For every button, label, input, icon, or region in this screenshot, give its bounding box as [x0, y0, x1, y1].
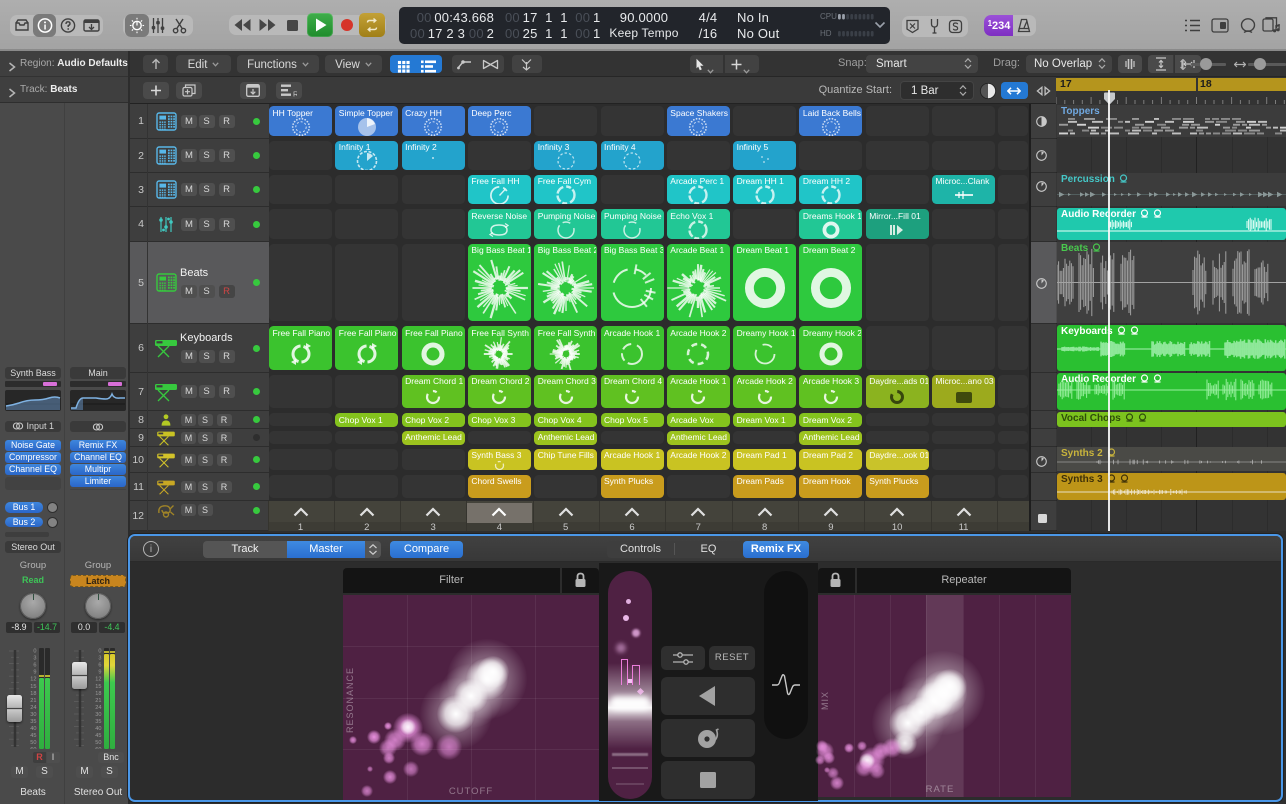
svg-text:30: 30: [95, 712, 101, 718]
svg-text:3: 3: [98, 656, 101, 662]
svg-text:9: 9: [33, 670, 36, 676]
svg-text:40: 40: [95, 726, 101, 732]
svg-text:0: 0: [98, 649, 101, 655]
svg-text:60: 60: [95, 747, 101, 749]
svg-text:24: 24: [30, 705, 36, 711]
svg-text:6: 6: [33, 663, 36, 669]
svg-text:45: 45: [95, 733, 101, 739]
svg-text:45: 45: [30, 733, 36, 739]
svg-text:21: 21: [30, 698, 36, 704]
svg-text:21: 21: [95, 698, 101, 704]
svg-text:3: 3: [33, 656, 36, 662]
svg-text:12: 12: [30, 677, 36, 683]
svg-text:24: 24: [95, 705, 101, 711]
svg-text:35: 35: [95, 719, 101, 725]
svg-text:9: 9: [98, 670, 101, 676]
svg-text:40: 40: [30, 726, 36, 732]
svg-text:15: 15: [95, 684, 101, 690]
svg-text:50: 50: [95, 740, 101, 746]
svg-text:6: 6: [98, 663, 101, 669]
svg-text:60: 60: [30, 747, 36, 749]
svg-text:50: 50: [30, 740, 36, 746]
svg-text:12: 12: [95, 677, 101, 683]
svg-text:15: 15: [30, 684, 36, 690]
svg-text:18: 18: [30, 691, 36, 697]
svg-text:18: 18: [95, 691, 101, 697]
svg-text:R: R: [293, 90, 297, 98]
svg-text:35: 35: [30, 719, 36, 725]
svg-text:0: 0: [33, 649, 36, 655]
svg-text:30: 30: [30, 712, 36, 718]
